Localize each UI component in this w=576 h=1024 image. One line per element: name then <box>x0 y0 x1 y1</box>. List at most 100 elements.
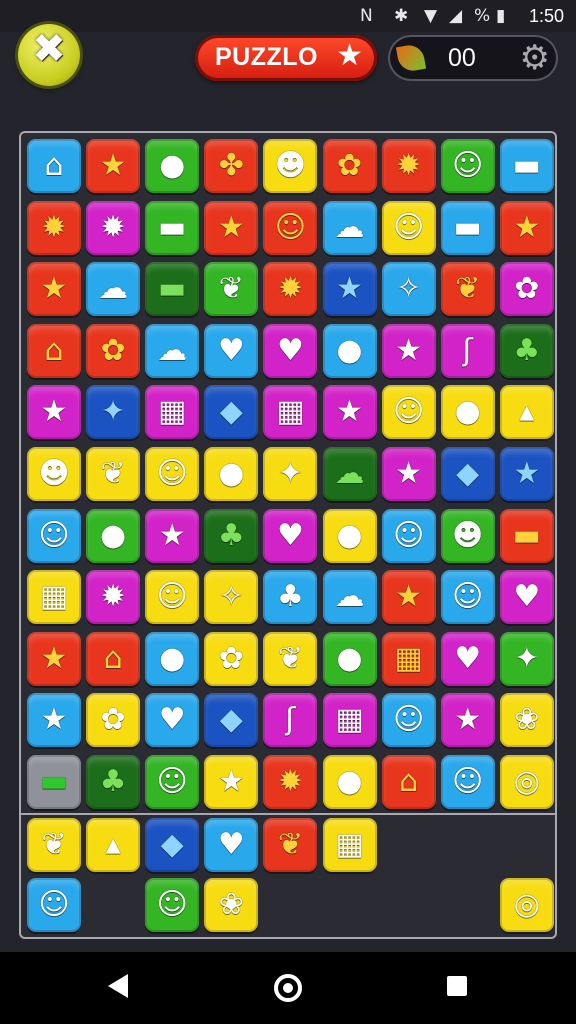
tile[interactable]: ★ <box>204 200 259 255</box>
tile[interactable]: ʃ <box>263 693 318 748</box>
tile[interactable]: ★ <box>145 508 200 563</box>
tile[interactable]: ✤ <box>204 139 259 193</box>
tile[interactable]: ❀ <box>499 693 554 748</box>
tile[interactable]: ◎ <box>499 755 554 809</box>
tile[interactable]: ◆ <box>145 818 200 872</box>
tile[interactable]: ✿ <box>499 262 554 317</box>
tile[interactable]: ✹ <box>263 755 318 809</box>
tile[interactable]: ● <box>145 631 200 686</box>
recents-icon[interactable] <box>447 976 467 996</box>
tile[interactable]: ★ <box>499 447 554 501</box>
tile[interactable]: ♣ <box>86 755 141 809</box>
tile[interactable]: ʃ <box>440 323 495 378</box>
tile[interactable]: ✦ <box>86 385 141 440</box>
tile[interactable]: ☺ <box>440 139 495 193</box>
tile[interactable]: ★ <box>86 139 141 193</box>
tile[interactable]: ☺ <box>145 755 200 809</box>
tile[interactable]: ☁ <box>322 570 377 625</box>
tile[interactable]: ☺ <box>27 878 81 932</box>
tile[interactable]: ★ <box>499 200 554 255</box>
tile[interactable]: ⌂ <box>27 139 81 193</box>
tile[interactable]: ▴ <box>499 385 554 440</box>
tile[interactable]: ☺ <box>27 508 81 563</box>
tile[interactable]: ☺ <box>381 693 436 748</box>
tile[interactable]: ❦ <box>204 262 259 317</box>
tile[interactable]: ☺ <box>381 385 436 440</box>
tile[interactable]: ★ <box>381 447 436 501</box>
tile[interactable]: ✹ <box>381 139 436 193</box>
tile[interactable]: ● <box>322 323 377 378</box>
tile[interactable]: ✹ <box>263 262 318 317</box>
tile[interactable]: ● <box>322 631 377 686</box>
tile[interactable]: ♥ <box>440 631 495 686</box>
tile[interactable]: ⌂ <box>381 755 436 809</box>
tile[interactable]: ♣ <box>499 323 554 378</box>
tile[interactable]: ☁ <box>322 447 377 501</box>
tile[interactable]: ✹ <box>27 200 81 255</box>
tile[interactable]: ❀ <box>204 878 259 932</box>
tile[interactable]: ☁ <box>86 262 141 317</box>
tile[interactable]: ● <box>440 385 495 440</box>
tile[interactable]: ✹ <box>86 570 141 625</box>
tile[interactable]: ◆ <box>204 385 259 440</box>
tile[interactable]: ▬ <box>440 200 495 255</box>
tile[interactable]: ★ <box>204 755 259 809</box>
gear-icon[interactable]: ⚙ <box>520 38 550 78</box>
tile[interactable]: ▦ <box>145 385 200 440</box>
tile[interactable]: ☺ <box>263 200 318 255</box>
tile[interactable]: ❦ <box>263 631 318 686</box>
tile[interactable]: ✧ <box>381 262 436 317</box>
tile[interactable]: ♥ <box>499 570 554 625</box>
tile[interactable]: ☻ <box>27 447 81 501</box>
tile[interactable]: ✹ <box>86 200 141 255</box>
tile[interactable]: ▦ <box>322 693 377 748</box>
tile[interactable]: ✿ <box>322 139 377 193</box>
tile[interactable]: ♥ <box>263 323 318 378</box>
tile[interactable]: ☻ <box>263 139 318 193</box>
tile[interactable]: ◆ <box>440 447 495 501</box>
tile[interactable]: ✦ <box>499 631 554 686</box>
tile[interactable]: ☁ <box>322 200 377 255</box>
tile[interactable]: ★ <box>381 323 436 378</box>
tile[interactable]: ▬ <box>145 262 200 317</box>
back-icon[interactable] <box>108 974 128 998</box>
tile[interactable]: ♥ <box>204 818 259 872</box>
tile[interactable]: ☺ <box>440 570 495 625</box>
tile[interactable]: ♥ <box>145 693 200 748</box>
tile[interactable]: ⌂ <box>86 631 141 686</box>
quit-button[interactable]: ✖ <box>18 24 80 86</box>
tile[interactable]: ▬ <box>27 755 81 809</box>
tile[interactable]: ❦ <box>440 262 495 317</box>
tile[interactable]: ❦ <box>27 818 81 872</box>
tile[interactable]: ☺ <box>145 447 200 501</box>
tile[interactable]: ▴ <box>86 818 141 872</box>
tile[interactable]: ● <box>145 139 200 193</box>
tile[interactable]: ▦ <box>27 570 81 625</box>
tile[interactable]: ✿ <box>204 631 259 686</box>
tile[interactable]: ✿ <box>86 693 141 748</box>
tile[interactable]: ★ <box>27 262 81 317</box>
tile[interactable]: ▬ <box>499 508 554 563</box>
tile[interactable]: ⌂ <box>27 323 81 378</box>
tile[interactable]: ▦ <box>322 818 377 872</box>
tile[interactable]: ● <box>322 755 377 809</box>
tile[interactable]: ☺ <box>381 200 436 255</box>
tile[interactable]: ❦ <box>86 447 141 501</box>
tile[interactable]: ☺ <box>381 508 436 563</box>
tile[interactable]: ★ <box>440 693 495 748</box>
tile[interactable]: ● <box>204 447 259 501</box>
tile[interactable]: ▦ <box>263 385 318 440</box>
tile[interactable]: ☻ <box>440 508 495 563</box>
tile[interactable]: ☁ <box>145 323 200 378</box>
tile[interactable]: ● <box>86 508 141 563</box>
tile[interactable]: ✿ <box>86 323 141 378</box>
tile[interactable]: ◎ <box>499 878 554 932</box>
tile[interactable]: ♥ <box>263 508 318 563</box>
tile[interactable]: ▬ <box>499 139 554 193</box>
tile[interactable]: ● <box>322 508 377 563</box>
tile[interactable]: ★ <box>27 631 81 686</box>
tile[interactable]: ❦ <box>263 818 318 872</box>
tile[interactable]: ☺ <box>440 755 495 809</box>
tile[interactable]: ◆ <box>204 693 259 748</box>
tile[interactable]: ▬ <box>145 200 200 255</box>
